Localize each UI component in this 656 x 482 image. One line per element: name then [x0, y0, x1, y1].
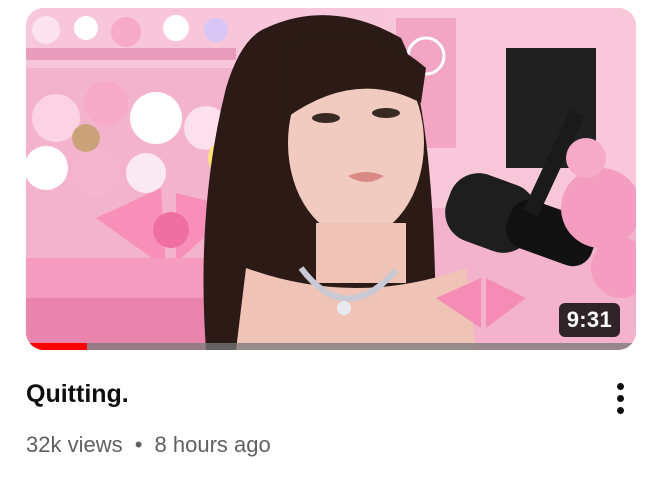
duration-badge: 9:31	[558, 303, 620, 337]
more-vert-icon	[616, 382, 624, 390]
more-options-button[interactable]	[604, 378, 636, 418]
more-vert-icon-dot	[616, 394, 624, 402]
video-card[interactable]: 9:31 Quitting. 32k views • 8 hours ago	[0, 0, 656, 482]
video-metadata: 32k views • 8 hours ago	[26, 430, 271, 460]
watch-progress-bar	[26, 343, 636, 350]
meta-separator: •	[134, 432, 143, 457]
more-vert-icon-dot	[616, 406, 624, 414]
view-count: 32k views	[26, 432, 123, 457]
video-title[interactable]: Quitting.	[26, 378, 129, 410]
watch-progress-fill	[26, 343, 87, 350]
upload-age: 8 hours ago	[154, 432, 271, 457]
video-thumbnail[interactable]: 9:31	[26, 8, 636, 350]
thumbnail-image	[26, 8, 636, 350]
